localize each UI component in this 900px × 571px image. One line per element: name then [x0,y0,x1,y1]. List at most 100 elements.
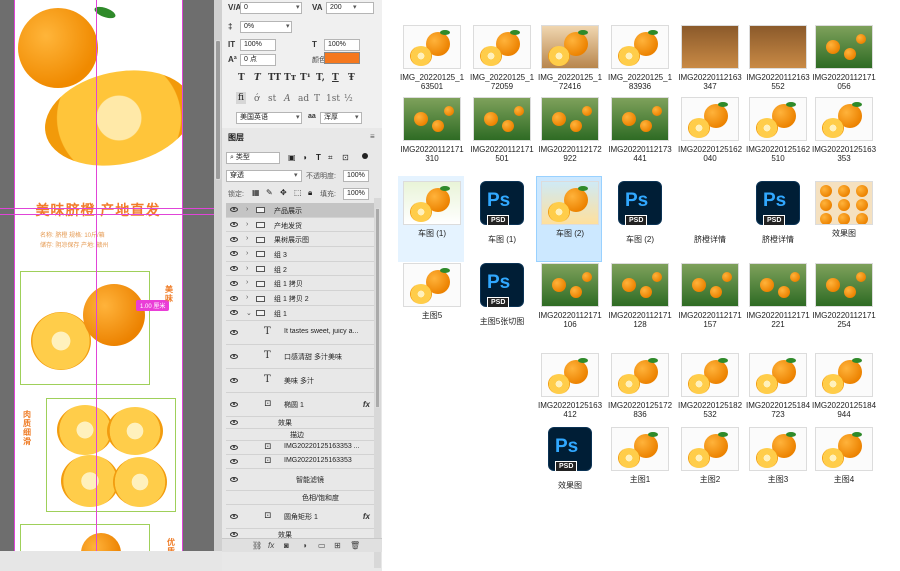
baseline-input[interactable]: 0 点 [240,54,276,66]
layer-row[interactable]: › 产地发货 [226,218,374,233]
layer-row[interactable]: ⊡ IMG20220125163353 ... [226,441,374,455]
stylistic-alternates-button[interactable]: ad [298,94,309,104]
eye-icon[interactable] [230,513,238,519]
add-style-icon[interactable]: fx [268,541,274,550]
faux-bold-button[interactable]: T [238,73,245,83]
layer-row[interactable]: 色相/饱和度 [226,491,374,505]
lock-paint-icon[interactable]: ✎ [266,188,273,197]
photoshop-canvas-area[interactable]: 美味脐橙 产地直发 名称: 脐橙 规格: 10斤/箱 储存: 阴凉保存 产地: … [0,0,222,571]
layer-row[interactable]: › 果树展示图 [226,232,374,248]
chevron-right-icon[interactable]: › [246,265,248,272]
file-item[interactable]: Ps PSD 主图5张切图 [468,258,534,344]
filter-shape-icon[interactable]: ⌗ [328,153,333,163]
filter-adjust-icon[interactable]: ◑ [302,153,307,162]
eye-icon[interactable] [230,401,238,407]
titling-alternates-button[interactable]: T [314,94,320,104]
language-select[interactable]: 美国英语 [236,112,302,124]
file-item[interactable]: IMG20220112171157 [676,258,742,344]
layer-row[interactable]: › 组 1 拷贝 [226,277,374,292]
layer-row[interactable]: 效果 [226,417,374,429]
fractions-button[interactable]: ½ [344,94,353,104]
eye-icon[interactable] [230,353,238,359]
chevron-down-icon[interactable]: ▾ [353,3,357,11]
lock-transparency-icon[interactable]: ▦ [252,188,260,197]
chevron-down-icon[interactable]: ▾ [355,113,359,121]
chevron-right-icon[interactable]: › [246,294,248,301]
link-layers-icon[interactable]: ⛓ [252,541,262,550]
file-item[interactable]: 主图4 [810,422,876,508]
layer-filter-select[interactable]: ⌕ 类型 [226,152,280,164]
eye-icon[interactable] [230,329,238,335]
layer-row[interactable]: ⊡ IMG20220125163353 [226,455,374,469]
canvas-scrollbar[interactable] [214,0,222,551]
file-item[interactable]: IMG20220112171128 [606,258,672,344]
old-style-button[interactable]: ớ [254,94,259,104]
new-group-icon[interactable]: ▭ [318,541,326,550]
file-item[interactable]: IMG20220112171221 [744,258,810,344]
chevron-down-icon[interactable]: ▾ [294,171,298,179]
lock-all-icon[interactable]: 🔒︎ [308,188,312,198]
file-item[interactable]: 主图5 [398,258,464,344]
lock-artboard-icon[interactable]: ⬚ [294,188,302,197]
file-item[interactable]: IMG20220112172922 [536,92,602,178]
vscale-input[interactable]: 0% [240,21,292,33]
eye-icon[interactable] [230,266,238,272]
file-item[interactable]: 主图1 [606,422,672,508]
layer-row[interactable]: › 组 2 [226,262,374,277]
eye-icon[interactable] [230,377,238,383]
file-item[interactable]: IMG20220125162040 [676,92,742,178]
layer-row[interactable]: › 组 1 拷贝 2 [226,291,374,306]
layer-row[interactable]: T 口感清甜 多汁美味 [226,345,374,369]
layer-row[interactable]: 描边 [226,429,374,441]
chevron-right-icon[interactable]: › [246,206,248,213]
filter-type-icon[interactable]: T [316,153,321,162]
chevron-right-icon[interactable]: › [246,250,248,257]
file-item[interactable]: Ps PSD 效果图 [536,422,602,508]
faux-italic-button[interactable]: T [254,73,261,83]
file-item[interactable]: Ps PSD 车图 (2) [606,176,672,262]
layer-row[interactable]: T It tastes sweet, juicy a... [226,321,374,345]
blend-mode-select[interactable]: 穿透 [226,170,302,182]
new-layer-icon[interactable]: ⊞ [334,541,341,550]
eye-icon[interactable] [230,222,238,228]
kerning-input[interactable]: 200 [326,2,374,14]
chevron-right-icon[interactable]: › [246,235,248,242]
guide-line-vertical-1[interactable] [14,0,15,571]
guide-line-horizontal-1[interactable] [0,208,222,209]
file-item[interactable]: IMG20220112171106 [536,258,602,344]
adjustment-layer-icon[interactable]: ◑ [302,541,307,550]
layer-row[interactable]: › 组 3 [226,247,374,262]
filter-smart-icon[interactable]: ⊡ [342,153,349,162]
guide-line-vertical-2[interactable] [96,0,97,571]
discretionary-ligature-button[interactable]: st [268,94,276,104]
file-item[interactable]: IMG20220112171310 [398,92,464,178]
layer-row[interactable]: › 产品展示 [226,203,374,218]
eye-icon[interactable] [230,419,238,425]
chevron-down-icon[interactable]: ⌄ [246,309,252,317]
layer-row[interactable]: T 美味 多汁 [226,369,374,393]
document-canvas[interactable]: 美味脐橙 产地直发 名称: 脐橙 规格: 10斤/箱 储存: 阴凉保存 产地: … [14,0,182,551]
layer-row[interactable]: 智能滤镜 [226,469,374,491]
strikethrough-button[interactable]: Ŧ [348,73,355,83]
file-item[interactable]: Ps PSD 脐橙详情 [744,176,810,262]
add-mask-icon[interactable]: ◙ [284,541,289,550]
vertical-scale-input[interactable]: 100% [240,39,276,51]
chevron-down-icon[interactable]: ▾ [296,113,300,121]
fill-input[interactable]: 100% [343,188,369,200]
eye-icon[interactable] [230,251,238,257]
layers-tab[interactable]: 图层 [228,132,244,143]
filter-toggle-icon[interactable] [362,153,368,159]
panel-menu-icon[interactable]: ≡ [370,132,375,141]
layer-row[interactable]: ⊡ fx 圆角矩形 1 [226,505,374,529]
eye-icon[interactable] [230,444,238,450]
eye-icon[interactable] [230,295,238,301]
opacity-input[interactable]: 100% [343,170,369,182]
horizontal-scale-input[interactable]: 100% [324,39,360,51]
small-caps-button[interactable]: Tт [284,73,296,83]
ligature-button[interactable]: fi [236,92,247,104]
guide-line-vertical-3[interactable] [182,0,183,571]
eye-icon[interactable] [230,207,238,213]
eye-icon[interactable] [230,236,238,242]
file-item[interactable]: 主图2 [676,422,742,508]
layers-scrollbar-thumb[interactable] [375,208,380,408]
